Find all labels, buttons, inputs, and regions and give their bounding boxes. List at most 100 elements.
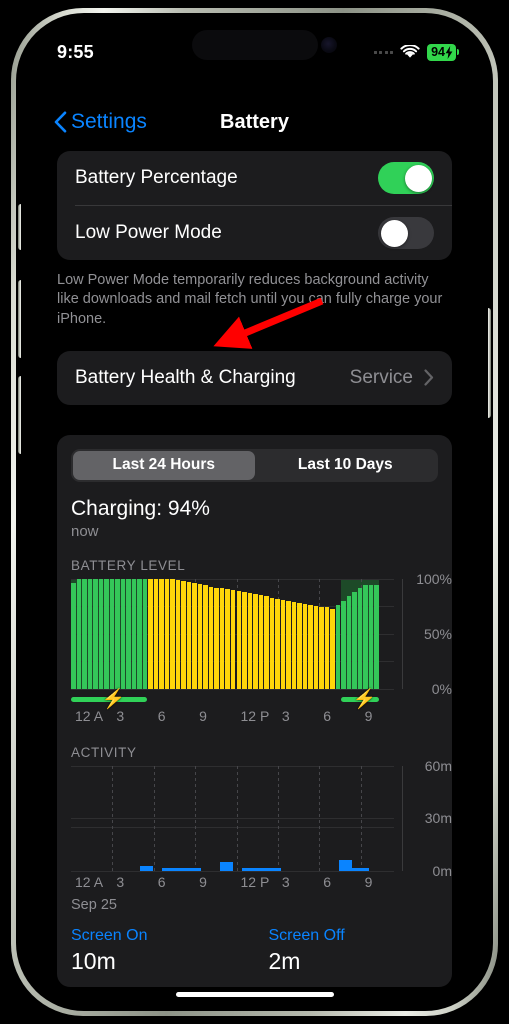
battery-level-bar [153, 578, 159, 689]
battery-level-bar [335, 605, 341, 689]
low-power-mode-row[interactable]: Low Power Mode [57, 206, 452, 260]
low-power-mode-toggle[interactable] [378, 217, 434, 249]
low-power-mode-footnote: Low Power Mode temporarily reduces backg… [57, 272, 443, 327]
battery-level-bar [368, 585, 374, 689]
battery-level-bar [159, 578, 164, 689]
segment-last-24-hours[interactable]: Last 24 Hours [73, 450, 255, 480]
front-camera-icon [321, 37, 337, 53]
battery-level-x-axis: 12 A 3 6 9 12 P 3 6 9 [71, 705, 394, 727]
battery-level-bar [126, 578, 131, 689]
screen-on-label: Screen On [71, 926, 148, 944]
charging-time-label: now [71, 522, 99, 540]
phone-bezel: 9:55 94 Settings Battery Battery Percent… [16, 13, 493, 1011]
battery-level-bar [258, 595, 264, 689]
toggle-knob [404, 164, 432, 192]
y-axis-tick-label: 60m [424, 757, 452, 774]
battery-level-bar [313, 606, 319, 689]
x-axis-tick-label: 9 [199, 873, 207, 890]
screen-off-value: 2m [268, 947, 301, 974]
screen-on-value: 10m [71, 947, 116, 974]
wifi-icon [400, 44, 420, 58]
battery-level-bar [164, 578, 170, 689]
activity-x-axis: 12 A 3 6 9 12 P 3 6 9 [71, 871, 394, 893]
screen-time-summary: Screen On 10m Screen Off 2m [57, 927, 452, 987]
x-axis-tick-label: 3 [116, 873, 125, 890]
battery-level-bar [225, 588, 230, 689]
vertical-gridline [319, 765, 321, 871]
battery-level-bar [76, 578, 82, 689]
low-power-mode-label: Low Power Mode [75, 222, 222, 243]
battery-level-bar [197, 584, 203, 689]
x-axis-tick-label: 6 [323, 707, 332, 724]
battery-level-bar [192, 583, 197, 689]
battery-level-bar [269, 597, 275, 689]
battery-level-y-axis: 100% 50% 0% [400, 571, 452, 705]
battery-level-bar [291, 601, 297, 689]
phone-frame: 9:55 94 Settings Battery Battery Percent… [11, 8, 498, 1016]
battery-level-bar [352, 592, 357, 689]
battery-level-bar [374, 585, 379, 689]
battery-percentage-toggle[interactable] [378, 162, 434, 194]
screen-off-column[interactable]: Screen Off 2m [255, 927, 453, 975]
vertical-gridline [360, 765, 362, 871]
activity-y-axis: 60m 30m 0m [400, 758, 452, 879]
battery-usage-card: Last 24 Hours Last 10 Days Charging: 94%… [57, 434, 452, 987]
battery-level-bar [214, 587, 219, 689]
x-axis-tick-label: 12 P [240, 707, 270, 724]
battery-level-bar [98, 578, 104, 689]
x-axis-tick-label: 9 [364, 707, 373, 724]
battery-level-bar [253, 594, 258, 689]
battery-level-chart[interactable]: 100% 50% 0% ⚡ ⚡ [71, 571, 452, 709]
phone-screen: 9:55 94 Settings Battery Battery Percent… [21, 18, 488, 1006]
x-axis-tick-label: 6 [157, 873, 166, 890]
battery-level-bar [330, 608, 335, 689]
battery-health-row[interactable]: Battery Health & Charging Service [57, 351, 452, 405]
battery-level-bar [131, 578, 137, 689]
back-button-label: Settings [71, 110, 147, 133]
y-axis-tick-label: 100% [416, 570, 452, 587]
battery-level-bar [208, 586, 214, 689]
battery-level-bar [175, 579, 181, 689]
toggle-knob [380, 219, 408, 247]
battery-level-bar [341, 600, 346, 689]
gridline [71, 765, 394, 767]
x-axis-tick-label: 12 P [240, 873, 270, 890]
battery-level-bar [324, 607, 330, 689]
vertical-gridline [195, 765, 197, 871]
battery-level-bar [109, 578, 115, 689]
segment-last-10-days[interactable]: Last 10 Days [255, 451, 437, 480]
screen-off-label: Screen Off [268, 926, 345, 944]
gridline [71, 818, 394, 820]
x-axis-tick-label: 12 A [75, 873, 104, 890]
battery-level-bar [357, 587, 363, 689]
battery-level-bar [93, 578, 98, 689]
battery-level-bar [302, 604, 308, 689]
battery-toggles-card: Battery Percentage Low Power Mode [57, 151, 452, 260]
battery-health-card: Battery Health & Charging Service [57, 350, 452, 405]
activity-chart-title: ACTIVITY [71, 744, 137, 760]
battery-level-bar [219, 587, 225, 689]
y-axis-tick-label: 50% [423, 625, 452, 642]
status-bar-battery: 94 [427, 43, 459, 61]
x-axis-tick-label: 12 A [75, 707, 104, 724]
battery-percentage-row[interactable]: Battery Percentage [57, 151, 452, 205]
screen-on-column[interactable]: Screen On 10m [57, 927, 255, 975]
status-bar-indicators: 94 [373, 43, 459, 61]
time-range-segmented-control[interactable]: Last 24 Hours Last 10 Days [71, 448, 438, 482]
vertical-gridline [236, 765, 238, 871]
battery-level-bar [297, 603, 302, 689]
battery-level-bar [82, 578, 87, 689]
battery-level-bar [71, 583, 76, 689]
battery-level-bar [236, 590, 241, 689]
battery-level-bar [120, 578, 126, 689]
activity-chart[interactable]: 60m 30m 0m [71, 758, 452, 879]
back-to-settings-button[interactable]: Settings [54, 110, 147, 134]
battery-level-bar [137, 578, 142, 689]
home-indicator[interactable] [175, 992, 334, 997]
battery-level-bar [148, 578, 153, 689]
battery-level-bar [346, 596, 352, 689]
chevron-right-icon [424, 369, 434, 386]
battery-level-bar [363, 585, 368, 689]
battery-level-bar [115, 578, 120, 689]
status-bar: 9:55 94 [21, 18, 488, 70]
